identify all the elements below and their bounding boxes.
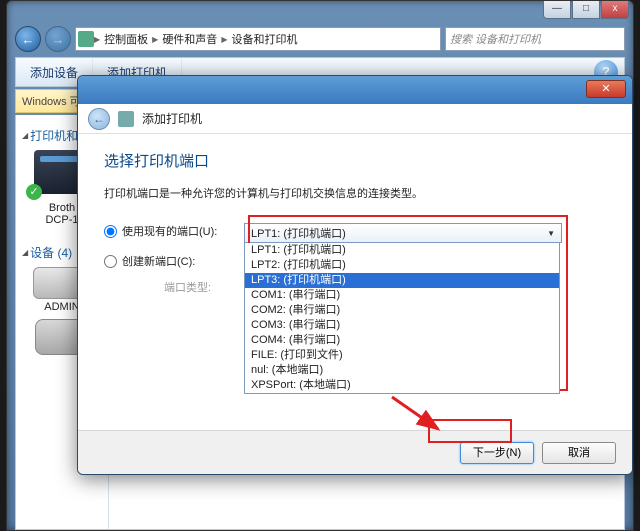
- combo-option[interactable]: COM4: (串行端口): [245, 333, 559, 348]
- nav-back-button[interactable]: ←: [15, 26, 41, 52]
- dialog-titlebar[interactable]: ✕: [78, 76, 632, 104]
- dialog-footer: 下一步(N) 取消: [78, 430, 632, 474]
- nav-forward-button[interactable]: →: [45, 26, 71, 52]
- info-text: Windows 可: [22, 93, 81, 109]
- combo-option[interactable]: LPT1: (打印机端口): [245, 243, 559, 258]
- section-label: 设备 (4): [30, 244, 72, 261]
- combo-option[interactable]: nul: (本地端口): [245, 363, 559, 378]
- combo-option[interactable]: COM2: (串行端口): [245, 303, 559, 318]
- radio-create[interactable]: [104, 255, 117, 268]
- radio-existing[interactable]: [104, 225, 117, 238]
- next-button[interactable]: 下一步(N): [460, 442, 534, 464]
- window-controls: — □ x: [542, 1, 629, 19]
- default-check-icon: ✓: [26, 184, 42, 200]
- add-printer-dialog: ✕ ← 添加打印机 选择打印机端口 打印机端口是一种允许您的计算机与打印机交换信…: [77, 75, 633, 475]
- combo-option[interactable]: FILE: (打印到文件): [245, 348, 559, 363]
- caret-icon: ◢: [22, 131, 28, 140]
- combo-selected[interactable]: LPT1: (打印机端口) ▼: [244, 223, 562, 243]
- minimize-button[interactable]: —: [543, 1, 571, 19]
- close-button[interactable]: x: [601, 1, 629, 19]
- address-bar[interactable]: ▶ 控制面板 ▶ 硬件和声音 ▶ 设备和打印机: [75, 27, 441, 51]
- breadcrumb-seg[interactable]: 控制面板: [100, 31, 152, 47]
- combo-option[interactable]: COM1: (串行端口): [245, 288, 559, 303]
- nav-row: ← → ▶ 控制面板 ▶ 硬件和声音 ▶ 设备和打印机 搜索 设备和打印机: [15, 25, 625, 53]
- combo-option[interactable]: XPSPort: (本地端口): [245, 378, 559, 393]
- combo-selected-text: LPT1: (打印机端口): [251, 225, 346, 241]
- cancel-button[interactable]: 取消: [542, 442, 616, 464]
- breadcrumb-seg[interactable]: 硬件和声音: [158, 31, 221, 47]
- chevron-down-icon: ▼: [547, 229, 555, 238]
- dialog-back-button[interactable]: ←: [88, 108, 110, 130]
- create-new-port-radio[interactable]: 创建新端口(C):: [104, 253, 244, 269]
- combo-option[interactable]: LPT3: (打印机端口): [245, 273, 559, 288]
- printer-icon: [118, 111, 134, 127]
- dialog-body: 选择打印机端口 打印机端口是一种允许您的计算机与打印机交换信息的连接类型。 使用…: [78, 134, 632, 317]
- port-type-label: 端口类型:: [104, 279, 244, 295]
- port-combobox[interactable]: LPT1: (打印机端口) ▼ LPT1: (打印机端口)LPT2: (打印机端…: [244, 223, 562, 243]
- caret-icon: ◢: [22, 248, 28, 257]
- search-placeholder: 搜索 设备和打印机: [450, 31, 541, 47]
- combo-option[interactable]: LPT2: (打印机端口): [245, 258, 559, 273]
- section-label: 打印机和: [30, 127, 78, 144]
- dialog-description: 打印机端口是一种允许您的计算机与打印机交换信息的连接类型。: [104, 185, 606, 201]
- dialog-title-text: 添加打印机: [142, 110, 202, 127]
- use-existing-port-radio[interactable]: 使用现有的端口(U):: [104, 223, 244, 239]
- search-input[interactable]: 搜索 设备和打印机: [445, 27, 625, 51]
- control-panel-icon: [78, 31, 94, 47]
- dialog-header: ← 添加打印机: [78, 104, 632, 134]
- dialog-close-button[interactable]: ✕: [586, 80, 626, 98]
- combo-option[interactable]: COM3: (串行端口): [245, 318, 559, 333]
- breadcrumb-seg[interactable]: 设备和打印机: [227, 31, 301, 47]
- radio-label: 使用现有的端口(U):: [122, 223, 217, 239]
- combo-dropdown[interactable]: LPT1: (打印机端口)LPT2: (打印机端口)LPT3: (打印机端口)C…: [244, 243, 560, 394]
- option-row-existing: 使用现有的端口(U): LPT1: (打印机端口) ▼ LPT1: (打印机端口…: [104, 223, 606, 243]
- maximize-button[interactable]: □: [572, 1, 600, 19]
- dialog-heading: 选择打印机端口: [104, 150, 606, 171]
- radio-label: 创建新端口(C):: [122, 253, 195, 269]
